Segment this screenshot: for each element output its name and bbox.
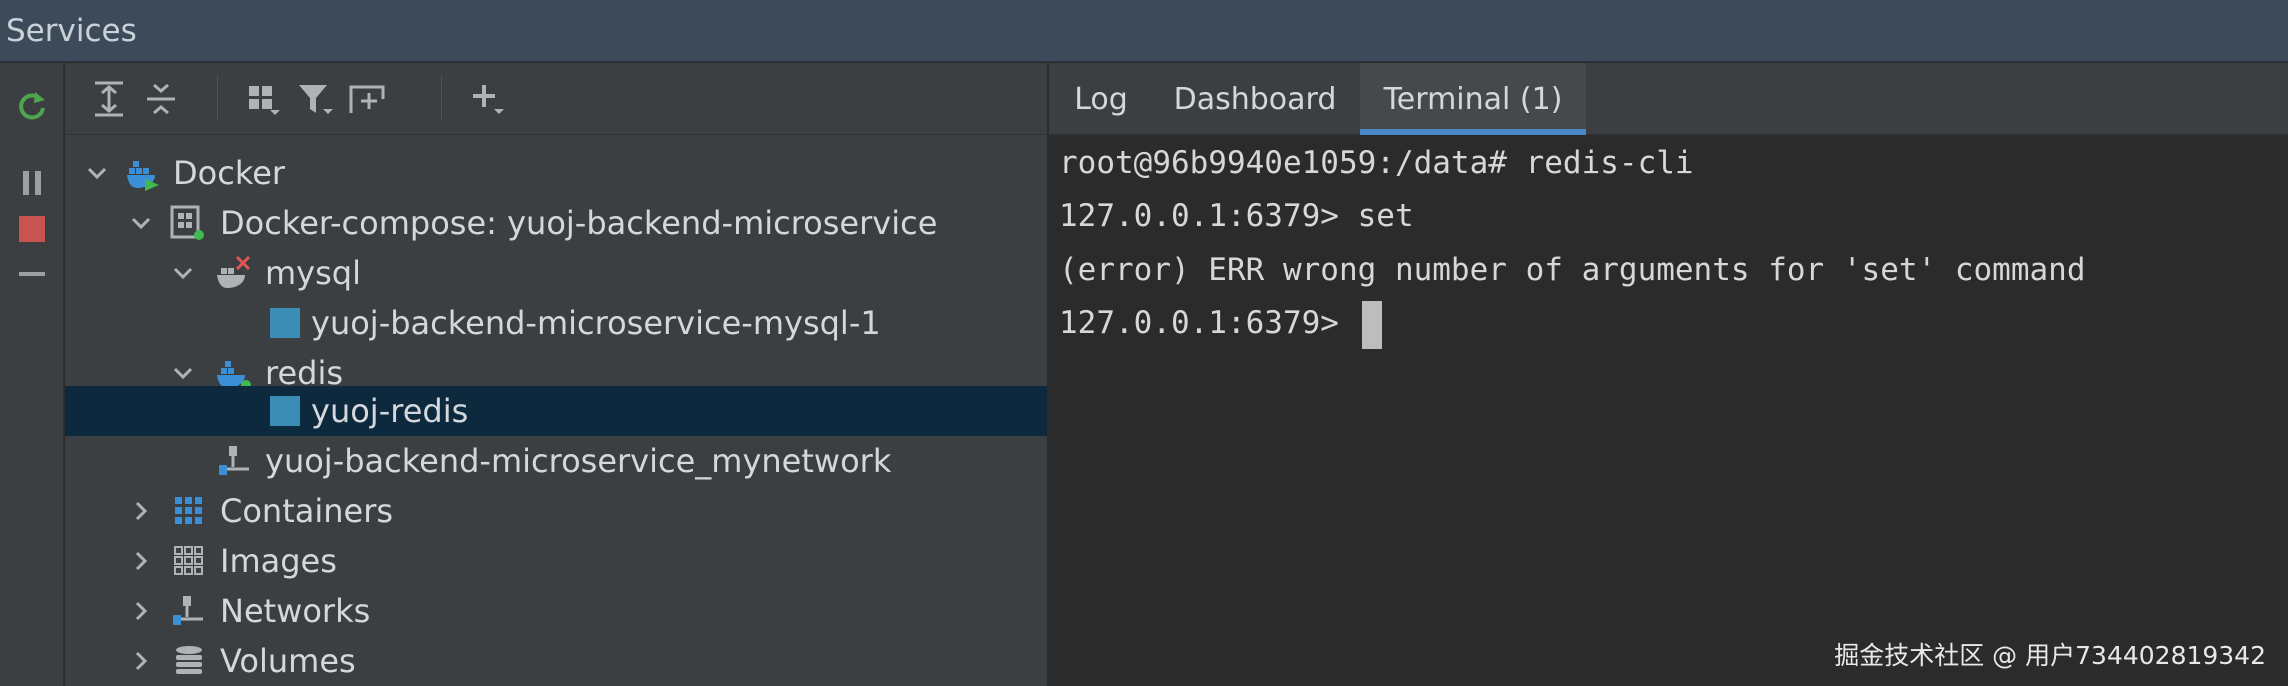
add-icon[interactable] (460, 71, 516, 127)
chevron-right-icon[interactable] (129, 649, 153, 673)
tree-item-docker[interactable]: Docker (65, 148, 1047, 198)
terminal-cursor (1361, 300, 1382, 349)
tree-item-volumes[interactable]: Volumes (65, 636, 1047, 686)
tab-terminal[interactable]: Terminal (1) (1360, 63, 1586, 135)
new-tab-icon[interactable] (339, 71, 395, 127)
tree-item-mysql[interactable]: mysql (65, 248, 1047, 298)
terminal-line: 127.0.0.1:6379> set (1059, 198, 1414, 234)
tree-item-compose[interactable]: Docker-compose: yuoj-backend-microservic… (65, 198, 1047, 248)
volumes-icon (176, 646, 202, 674)
title-bar: Services (0, 0, 2288, 62)
services-tree-pane: Docker Docker-compose: yuoj-backend-micr… (65, 63, 1047, 686)
chevron-right-icon[interactable] (129, 599, 153, 623)
filter-icon[interactable] (287, 71, 343, 127)
watermark: 掘金技术社区 @ 用户734402819342 (1834, 641, 2266, 670)
tree-item-mynetwork[interactable]: yuoj-backend-microservice_mynetwork (65, 436, 1047, 486)
window-title: Services (6, 12, 137, 49)
tree-item-networks[interactable]: Networks (65, 586, 1047, 636)
container-icon (270, 308, 300, 338)
tree-toolbar (65, 63, 1047, 135)
docker-service-error-icon (217, 255, 251, 288)
chevron-down-icon[interactable] (171, 361, 195, 385)
terminal-prompt: 127.0.0.1:6379> (1059, 305, 1358, 341)
images-icon (174, 546, 203, 575)
expand-all-icon[interactable] (81, 71, 137, 127)
tree-item-mysql-container[interactable]: yuoj-backend-microservice-mysql-1 (65, 298, 1047, 348)
chevron-down-icon[interactable] (129, 211, 153, 235)
terminal-line: root@96b9940e1059:/data# redis-cli (1059, 145, 1694, 181)
collapse-icon[interactable] (0, 243, 64, 307)
collapse-all-icon[interactable] (133, 71, 189, 127)
details-pane: Log Dashboard Terminal (1) root@96b9940e… (1049, 63, 2288, 686)
toolbar-separator (217, 75, 218, 121)
tab-log[interactable]: Log (1049, 63, 1153, 135)
tab-dashboard[interactable]: Dashboard (1153, 63, 1357, 135)
group-by-icon[interactable] (235, 71, 291, 127)
chevron-down-icon[interactable] (85, 161, 109, 185)
tree-item-images[interactable]: Images (65, 536, 1047, 586)
network-icon (219, 446, 249, 475)
terminal-line: (error) ERR wrong number of arguments fo… (1059, 252, 2086, 288)
tree-item-containers[interactable]: Containers (65, 486, 1047, 536)
details-tabs: Log Dashboard Terminal (1) (1049, 63, 2288, 135)
compose-icon (170, 205, 204, 240)
container-icon (270, 396, 300, 426)
tree-item-redis-container[interactable]: yuoj-redis (65, 386, 1047, 436)
networks-icon (173, 596, 203, 625)
toolbar-separator (441, 75, 442, 121)
containers-icon (175, 497, 202, 524)
terminal-prompt-line: 127.0.0.1:6379> (1059, 298, 1382, 349)
chevron-down-icon[interactable] (171, 261, 195, 285)
chevron-right-icon[interactable] (129, 549, 153, 573)
left-action-strip (0, 63, 64, 686)
docker-icon (127, 161, 159, 191)
chevron-right-icon[interactable] (129, 499, 153, 523)
